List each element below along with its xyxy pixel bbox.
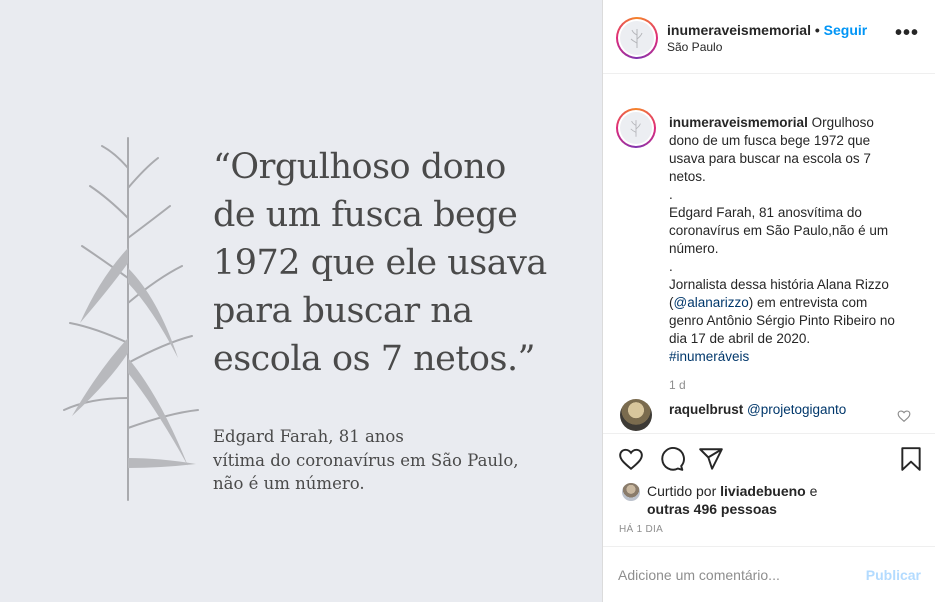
comment-text: raquelbrust @projetogiganto bbox=[669, 402, 846, 417]
more-options-icon[interactable]: ••• bbox=[895, 23, 919, 43]
post-attribution: Edgard Farah, 81 anos vítima do coronaví… bbox=[213, 425, 583, 496]
caption-time[interactable]: 1 d bbox=[669, 378, 686, 392]
plant-logo-icon bbox=[630, 29, 643, 48]
comment-input[interactable] bbox=[618, 565, 848, 585]
header-username[interactable]: inumeraveismemorial bbox=[667, 22, 811, 38]
liker-username[interactable]: liviadebueno bbox=[720, 483, 806, 499]
commenter-avatar[interactable] bbox=[620, 399, 652, 431]
comment-icon[interactable] bbox=[659, 446, 685, 472]
bookmark-icon[interactable] bbox=[898, 446, 924, 472]
publish-button[interactable]: Publicar bbox=[866, 567, 921, 583]
heart-outline-icon[interactable] bbox=[618, 446, 644, 472]
post-image: “Orgulhoso dono de um fusca bege 1972 qu… bbox=[0, 0, 603, 602]
caption-username[interactable]: inumeraveismemorial bbox=[669, 115, 808, 130]
likes-count-link[interactable]: outras 496 pessoas bbox=[647, 501, 777, 517]
quote-line: para buscar na bbox=[213, 291, 473, 331]
plant-illustration bbox=[63, 137, 199, 501]
comment-username[interactable]: raquelbrust bbox=[669, 402, 743, 417]
liker-avatar[interactable] bbox=[622, 483, 640, 501]
caption-hashtag[interactable]: #inumeráveis bbox=[669, 349, 749, 364]
post-timestamp[interactable]: HÁ 1 DIA bbox=[619, 524, 663, 535]
attribution-line: não é um número. bbox=[213, 474, 365, 493]
caption-mention[interactable]: @alanarizzo bbox=[674, 295, 749, 310]
quote-line: de um fusca bege bbox=[213, 195, 518, 235]
profile-avatar[interactable] bbox=[616, 17, 658, 59]
caption-body: Orgulhoso dono de um fusca bege 1972 que… bbox=[669, 115, 889, 310]
post-quote: “Orgulhoso dono de um fusca bege 1972 qu… bbox=[213, 143, 583, 383]
location-link[interactable]: São Paulo bbox=[667, 40, 722, 54]
liked-by-suffix: e bbox=[805, 483, 818, 499]
quote-line: escola os 7 netos.” bbox=[213, 339, 535, 379]
add-comment-bar: Publicar bbox=[603, 548, 935, 602]
follow-button[interactable]: Seguir bbox=[824, 22, 868, 38]
quote-line: 1972 que ele usava bbox=[213, 243, 547, 283]
comment-mention[interactable]: @projetogiganto bbox=[747, 402, 846, 417]
liked-by-prefix: Curtido por bbox=[647, 483, 721, 499]
plant-logo-icon bbox=[630, 120, 641, 137]
post-header: inumeraveismemorial • Seguir São Paulo •… bbox=[603, 0, 935, 74]
action-bar: Curtido por liviadebueno e outras 496 pe… bbox=[603, 433, 935, 547]
caption-text: inumeraveismemorial Orgulhoso dono de um… bbox=[669, 114, 899, 366]
heart-outline-icon[interactable] bbox=[897, 409, 911, 423]
share-icon[interactable] bbox=[698, 446, 724, 472]
attribution-line: vítima do coronavírus em São Paulo, bbox=[213, 450, 519, 470]
quote-line: “Orgulhoso dono bbox=[213, 147, 506, 187]
caption-avatar[interactable] bbox=[616, 108, 656, 148]
comments-area[interactable]: inumeraveismemorial Orgulhoso dono de um… bbox=[603, 75, 935, 433]
post-side-panel: inumeraveismemorial • Seguir São Paulo •… bbox=[603, 0, 935, 602]
separator-dot: • bbox=[814, 22, 820, 38]
attribution-line: Edgard Farah, 81 anos bbox=[213, 427, 404, 446]
